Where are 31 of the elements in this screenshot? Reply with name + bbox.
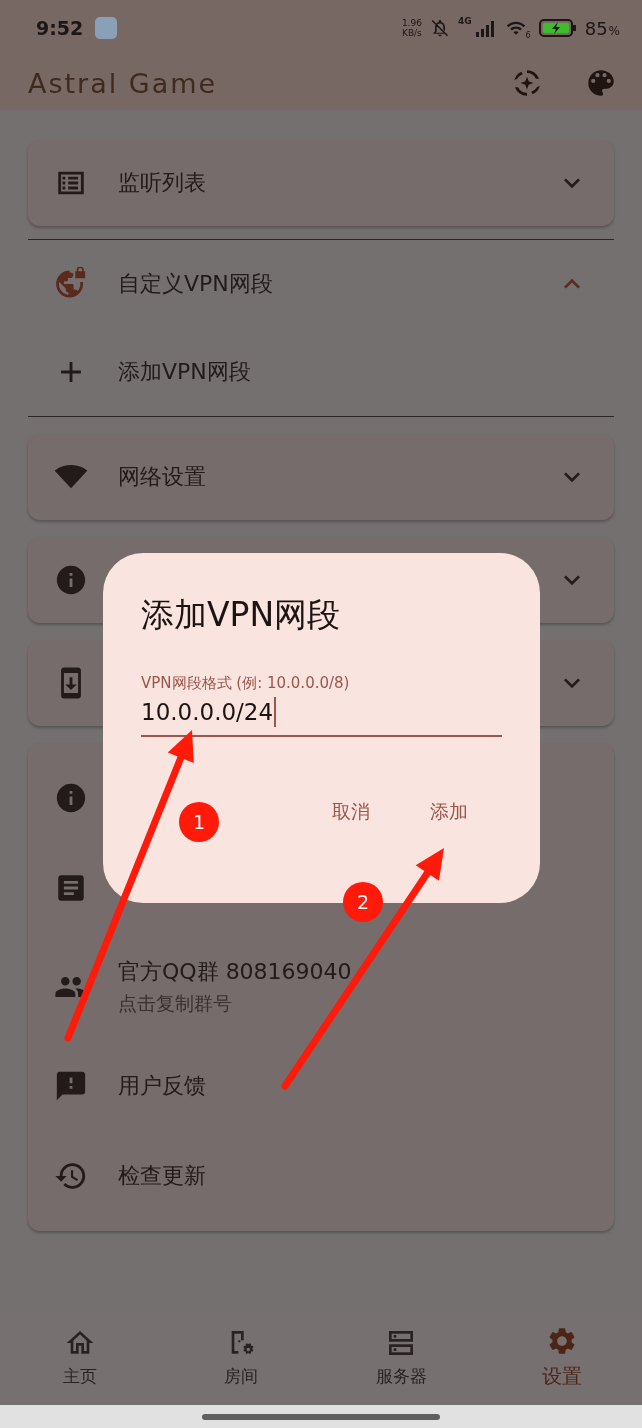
nav-tab[interactable]: 服务器: [321, 1310, 482, 1405]
add-item-label[interactable]: 添加VPN网段: [118, 357, 588, 387]
nav-tab[interactable]: 设置: [481, 1310, 642, 1405]
annotation-badge: 2: [343, 882, 383, 922]
list-item-subtitle: 点击复制群号: [118, 991, 233, 1016]
info-icon: [54, 781, 88, 815]
network-speed-unit: KB/s: [402, 28, 422, 38]
info-icon: [54, 563, 88, 597]
input-field[interactable]: VPN网段格式 (例: 10.0.0.0/8) 10.0.0.0/24: [141, 674, 502, 737]
section-title[interactable]: 监听列表: [118, 168, 526, 198]
battery-level: 85: [584, 17, 608, 39]
wifi-count-label: 6: [525, 31, 531, 40]
annotation-badge: 1: [179, 802, 219, 842]
list-item-title[interactable]: 官方QQ群 808169040: [118, 957, 352, 987]
clock-time: 9:52: [36, 17, 84, 39]
gesture-handle[interactable]: [202, 1413, 440, 1420]
dialog-button[interactable]: 添加: [424, 795, 474, 829]
app-title: Astral Game: [28, 67, 219, 99]
list-item-title[interactable]: 检查更新: [118, 1161, 206, 1191]
dialog-button[interactable]: 取消: [326, 795, 376, 829]
battery-unit: %: [608, 23, 620, 38]
nav-tab[interactable]: 主页: [0, 1310, 161, 1405]
bell-off-icon: [429, 18, 450, 38]
section-title[interactable]: 自定义VPN网段: [118, 269, 526, 299]
section-title[interactable]: 网络设置: [118, 462, 526, 492]
battery-charging-icon: [538, 19, 577, 37]
network-speed: 1.96: [401, 18, 422, 28]
network-type: 4G: [457, 16, 472, 26]
dialog-title: 添加VPN网段: [141, 594, 342, 636]
list-item-title[interactable]: 用户反馈: [118, 1071, 206, 1101]
nav-tab[interactable]: 房间: [160, 1310, 321, 1405]
